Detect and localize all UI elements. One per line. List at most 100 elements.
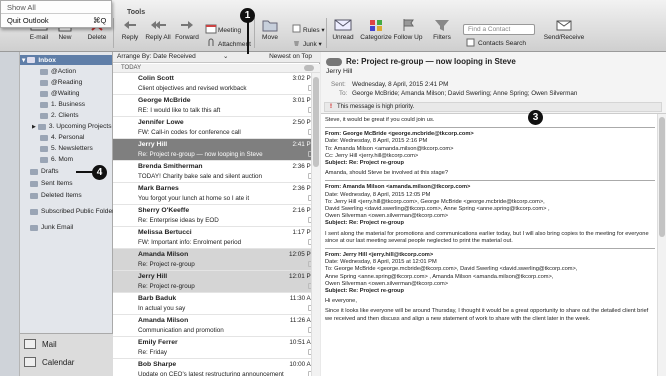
message-row[interactable]: Barb Baduk In actual you say 11:30 AM <box>113 293 311 315</box>
message-sender: Barb Baduk <box>138 295 177 302</box>
message-sender: Colin Scott <box>138 75 174 82</box>
quote-greeting: Hi everyone, <box>325 298 357 305</box>
quote-subject: Subject: Re: Project re-group <box>325 220 405 227</box>
message-row[interactable]: Amanda Milson Re: Project re-group 12:05 P… <box>113 249 311 271</box>
sidebar-item-clients[interactable]: 2. Clients <box>40 112 79 119</box>
contacts-search-button[interactable]: Contacts Search <box>478 40 526 47</box>
message-time: 11:26 AM <box>289 317 311 324</box>
message-sender: Jennifer Lowe <box>138 119 184 126</box>
folder-icon <box>40 145 48 152</box>
quote-date: Date: Wednesday, 8 April, 2015 2:16 PM <box>325 138 428 145</box>
message-row[interactable]: Amanda Milson Communication and promotion… <box>113 315 311 337</box>
arrange-by-dropdown[interactable]: Arrange By: Date Received <box>117 53 196 60</box>
sidebar-item-newsletters[interactable]: 5. Newsletters <box>40 145 93 152</box>
message-subject-preview: Update on CEO's latest restructuring ann… <box>138 371 284 376</box>
junk-icon <box>294 41 299 46</box>
sidebar-item-public-folders[interactable]: Subscribed Public Folders <box>30 208 118 215</box>
sidebar-item-sent[interactable]: Sent Items <box>30 180 73 187</box>
sidebar-item-drafts[interactable]: Drafts <box>30 168 59 175</box>
trash-icon <box>30 192 38 199</box>
quote-date: Date: Wednesday, 8 April, 2015 at 12:01 … <box>325 259 437 266</box>
message-row[interactable]: Sherry O'Keeffe Re: Enterprise ideas by E… <box>113 205 311 227</box>
scrollbar-thumb[interactable] <box>313 77 319 167</box>
message-row[interactable]: Emily Ferrer Re: Friday 10:51 AM <box>113 337 311 359</box>
folder-icon <box>40 79 48 86</box>
send-receive-icon <box>556 20 572 31</box>
public-folder-icon <box>30 208 38 215</box>
sidebar-item-personal[interactable]: 4. Personal <box>40 134 84 141</box>
sidebar-item-upcoming-projects[interactable]: ▶ 3. Upcoming Projects <box>32 123 112 130</box>
junk-folder-icon <box>30 224 38 231</box>
meeting-icon <box>205 24 217 34</box>
scrollbar-thumb[interactable] <box>659 117 665 237</box>
nav-calendar-button[interactable]: Calendar <box>24 357 74 367</box>
message-row[interactable]: Brenda Smitherman TODAY! Charity bake sal… <box>113 161 311 183</box>
quote-cc: Cc: Jerry Hill <jerry.hill@tkcorp.com> <box>325 152 419 159</box>
message-sender: Jerry Hill <box>138 273 168 280</box>
quote-to: To: Jerry Hill <jerry.hill@tkcorp.com>, … <box>325 198 545 205</box>
callout-3: 3 <box>528 110 543 125</box>
message-row[interactable]: Colin Scott Client objectives and revised… <box>113 73 311 95</box>
message-time: 2:16 PM <box>292 207 311 214</box>
sidebar-item-action[interactable]: @Action <box>40 68 76 75</box>
quote-from: From: Amanda Milson <amanda.milson@tkcor… <box>325 184 471 191</box>
sidebar-item-deleted[interactable]: Deleted Items <box>30 192 82 199</box>
message-row[interactable]: George McBride RE: I would like to talk t… <box>113 95 311 117</box>
message-time: 1:17 PM <box>292 229 311 236</box>
message-row[interactable]: Jerry Hill Re: Project re-group — now loo… <box>113 139 311 161</box>
sidebar-item-business[interactable]: 1. Business <box>40 101 85 108</box>
menu-item-quit[interactable]: Quit Outlook <box>7 16 49 25</box>
quote-divider <box>325 248 655 250</box>
reading-pane-scrollbar[interactable] <box>657 114 666 376</box>
message-rows: Colin Scott Client objectives and revised… <box>113 73 311 376</box>
message-subject-preview: Re: Project re-group — now looping in St… <box>138 151 263 158</box>
meeting-button[interactable]: Meeting <box>218 27 241 34</box>
message-row[interactable]: Mark Barnes You forgot your lunch at home… <box>113 183 311 205</box>
nav-mail-button[interactable]: Mail <box>24 339 57 349</box>
quote-date: Date: Wednesday, 8 April, 2015 12:05 PM <box>325 191 431 198</box>
sidebar-item-waiting[interactable]: @Waiting <box>40 90 79 97</box>
sent-icon <box>30 180 38 187</box>
folder-icon <box>40 101 48 108</box>
sent-label: Sent: <box>331 81 346 88</box>
sidebar-item-reading[interactable]: @Reading <box>40 79 82 86</box>
quote-subject: Subject: Re: Project re-group <box>325 160 405 167</box>
rules-icon <box>292 24 301 33</box>
sent-date: Wednesday, 8 April, 2015 2:41 PM <box>352 81 449 88</box>
send-receive-button[interactable]: Send/Receive <box>540 16 588 50</box>
filters-button[interactable]: Filters <box>421 16 463 50</box>
message-list-scrollbar[interactable] <box>311 73 320 376</box>
sidebar-item-junk[interactable]: Junk Email <box>30 224 73 231</box>
junk-button[interactable]: Junk ▾ <box>303 40 322 48</box>
message-row[interactable]: Jennifer Lowe FW: Call-in codes for confe… <box>113 117 311 139</box>
forward-button[interactable]: Forward <box>166 16 208 50</box>
nav-pane-switcher: Mail Calendar <box>20 333 113 376</box>
forward-icon <box>181 21 193 29</box>
sidebar-item-mom[interactable]: 6. Mom <box>40 156 73 163</box>
message-time: 3:01 PM <box>292 97 311 104</box>
app-menu: Show All Quit Outlook ⌘Q <box>0 0 112 28</box>
nav-arrows-icon[interactable] <box>326 58 342 66</box>
callout-1: 1 <box>240 8 255 23</box>
find-contact-input[interactable]: Find a Contact <box>463 24 535 35</box>
quit-shortcut: ⌘Q <box>93 16 107 25</box>
folder-icon <box>37 123 46 130</box>
move-button[interactable]: Move <box>249 16 291 50</box>
attachment-button[interactable]: Attachment <box>218 41 251 48</box>
sort-order-dropdown[interactable]: Newest on Top <box>269 53 312 60</box>
folder-icon <box>40 112 48 119</box>
quote-to: To: Amanda Milson <amanda.milson@tkcorp.… <box>325 145 454 152</box>
filter-icon <box>435 20 449 31</box>
tab-tools[interactable]: Tools <box>127 9 145 16</box>
message-list: Arrange By: Date Received ⌄ Newest on To… <box>113 52 320 376</box>
message-subject-preview: Re: Friday <box>138 349 168 356</box>
message-sender: Jerry Hill <box>138 141 168 148</box>
message-subject-preview: TODAY! Charity bake sale and silent auct… <box>138 173 263 180</box>
message-row[interactable]: Bob Sharpe Update on CEO's latest restruc… <box>113 359 311 376</box>
message-row[interactable]: Melissa Bertucci FW: Important info: Enro… <box>113 227 311 249</box>
menu-item-show-all[interactable]: Show All <box>7 3 36 12</box>
sidebar-item-inbox[interactable]: ▾ Inbox <box>20 55 112 65</box>
message-subject-preview: Client objectives and revised workback <box>138 85 247 92</box>
to-label: To: <box>339 90 348 97</box>
message-row[interactable]: Jerry Hill Re: Project re-group 12:01 PM <box>113 271 311 293</box>
